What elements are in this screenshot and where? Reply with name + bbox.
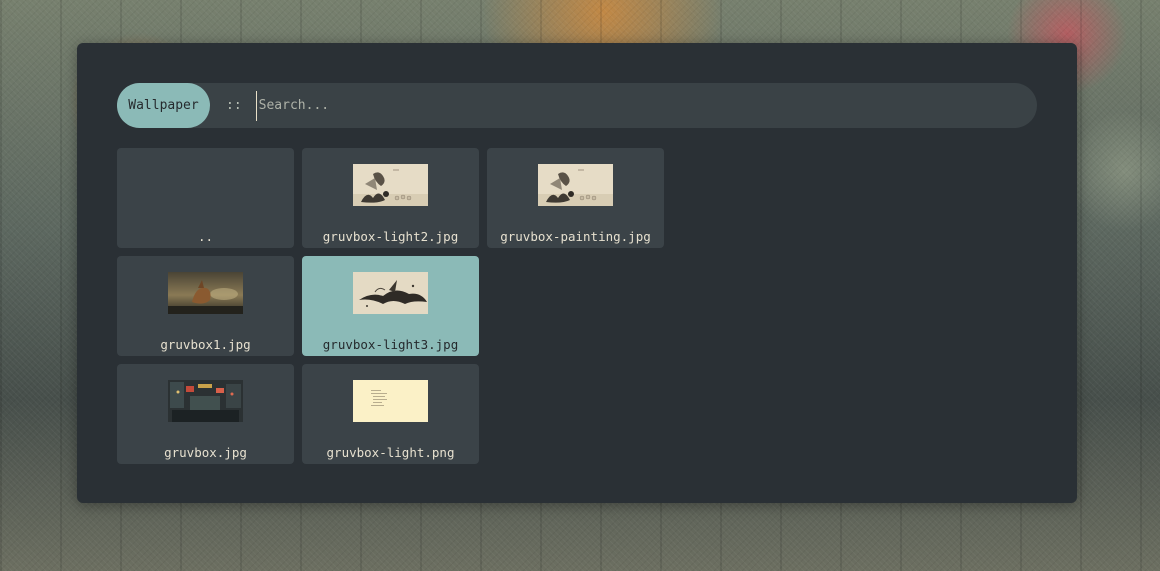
grid-empty-cell [487, 256, 664, 356]
mode-button[interactable]: Wallpaper [117, 83, 210, 128]
wallpaper-thumbnail [353, 272, 428, 314]
grid-item[interactable]: gruvbox-light2.jpg [302, 148, 479, 248]
search-bar: Wallpaper :: [117, 83, 1037, 128]
wallpaper-thumbnail [353, 380, 428, 422]
grid-item-label: gruvbox1.jpg [160, 337, 251, 352]
launcher-window: Wallpaper :: .. [77, 43, 1077, 503]
wallpaper-thumbnail [538, 164, 613, 206]
wallpaper-thumbnail [168, 380, 243, 422]
grid-item-parent-directory[interactable]: .. [117, 148, 294, 248]
grid-item-label: gruvbox-light2.jpg [322, 229, 459, 244]
grid-item[interactable]: gruvbox1.jpg [117, 256, 294, 356]
grid-item[interactable]: gruvbox.jpg [117, 364, 294, 464]
wallpaper-grid: .. gruvbox-light2.jpg gruvbox-painting.j… [117, 148, 664, 464]
grid-item-label: gruvbox-painting.jpg [500, 229, 651, 244]
wallpaper-thumbnail [168, 272, 243, 314]
grid-item-label: gruvbox.jpg [164, 445, 247, 460]
grid-item-label: gruvbox-light3.jpg [322, 337, 459, 352]
grid-item-selected[interactable]: gruvbox-light3.jpg [302, 256, 479, 356]
grid-item[interactable]: gruvbox-painting.jpg [487, 148, 664, 248]
search-input[interactable] [255, 90, 1017, 121]
prompt-separator: :: [226, 98, 242, 113]
wallpaper-thumbnail [353, 164, 428, 206]
grid-item[interactable]: gruvbox-light.png [302, 364, 479, 464]
grid-item-label: gruvbox-light.png [326, 445, 455, 460]
grid-item-label: .. [197, 229, 214, 244]
